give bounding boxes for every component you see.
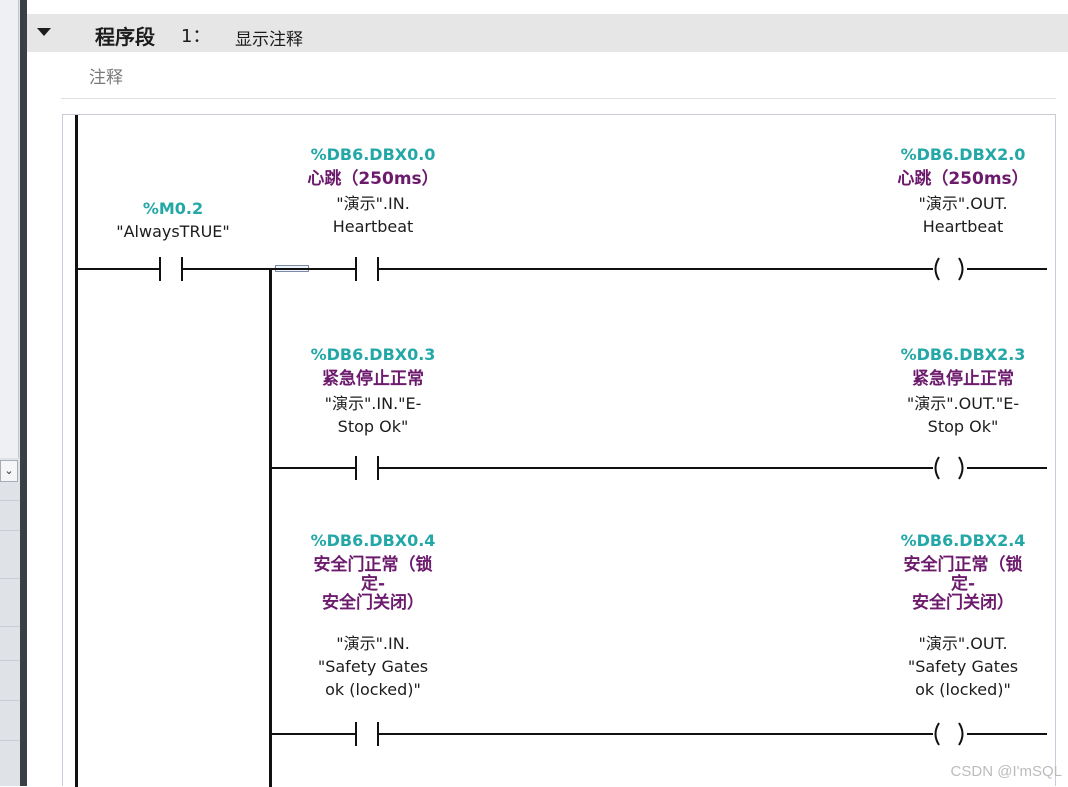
left-panel-separator [0,700,20,701]
wire [379,733,933,735]
root-contact[interactable] [159,257,183,281]
network-name[interactable]: 显示注释 [235,25,303,50]
network-header[interactable]: 程序段 1： 显示注释 [27,14,1068,52]
ladder-network: %M0.2 "AlwaysTRUE" %DB6.DBX0.0 心跳（250ms）… [62,114,1056,787]
contact-heartbeat-in[interactable] [355,257,379,281]
wire [967,733,1047,735]
wire [967,268,1047,270]
coil-safety-gate-out[interactable] [931,721,967,747]
collapse-triangle-icon[interactable] [37,28,51,36]
left-panel-separator [0,500,20,501]
network-number: 1： [181,26,211,47]
wire [271,467,357,469]
wire [379,467,933,469]
coil-tag: "演示".OUT. Heartbeat [918,194,1008,236]
left-panel-separator [0,578,20,579]
coil-symbol: 紧急停止正常 [912,369,1014,389]
panel-splitter[interactable] [20,0,27,786]
left-panel-separator [0,626,20,627]
left-panel-separator [0,530,20,531]
chevron-down-icon[interactable]: ⌄ [0,460,18,482]
wire [967,467,1047,469]
left-panel-tree [0,0,19,458]
root-contact-tag: "AlwaysTRUE" [116,222,230,241]
wire [77,268,161,270]
ladder-editor: 程序段 1： 显示注释 注释 %M0.2 "AlwaysTRUE" %DB6.D… [27,0,1068,787]
contact-tag: "演示".IN. Heartbeat [332,194,414,236]
contact-tag: "演示".IN."E- Stop Ok" [324,394,422,436]
contact-tag: "演示".IN. "Safety Gates ok (locked)" [317,634,429,699]
coil-address: %DB6.DBX2.0 [900,145,1026,164]
coil-symbol: 心跳（250ms） [897,169,1029,189]
contact-symbol: 安全门正常（锁 定- 安全门关闭） [313,555,433,613]
contact-address: %DB6.DBX0.3 [310,345,436,364]
left-power-rail [75,115,78,787]
left-side-panel: ⌄ [0,0,21,786]
coil-heartbeat-out[interactable] [931,256,967,282]
coil-address: %DB6.DBX2.4 [900,531,1026,550]
wire [271,268,357,270]
watermark: CSDN @I'mSQL [950,763,1062,780]
left-panel-separator [0,740,20,741]
coil-address: %DB6.DBX2.3 [900,345,1026,364]
contact-address: %DB6.DBX0.4 [310,531,436,550]
network-comment[interactable]: 注释 [61,54,1056,99]
contact-address: %DB6.DBX0.0 [310,145,436,164]
contact-safety-gate-in[interactable] [355,722,379,746]
coil-estop-out[interactable] [931,455,967,481]
contact-symbol: 紧急停止正常 [322,369,424,389]
contact-estop-in[interactable] [355,456,379,480]
network-comment-text[interactable]: 注释 [89,63,123,88]
coil-tag: "演示".OUT."E- Stop Ok" [906,394,1020,436]
left-panel-separator [0,660,20,661]
wire [271,733,357,735]
network-title: 程序段 [95,25,155,49]
coil-tag: "演示".OUT. "Safety Gates ok (locked)" [907,634,1019,699]
root-contact-address: %M0.2 [142,199,204,218]
wire [379,268,933,270]
coil-symbol: 安全门正常（锁 定- 安全门关闭） [903,555,1023,613]
contact-symbol: 心跳（250ms） [307,169,439,189]
wire [183,268,273,270]
